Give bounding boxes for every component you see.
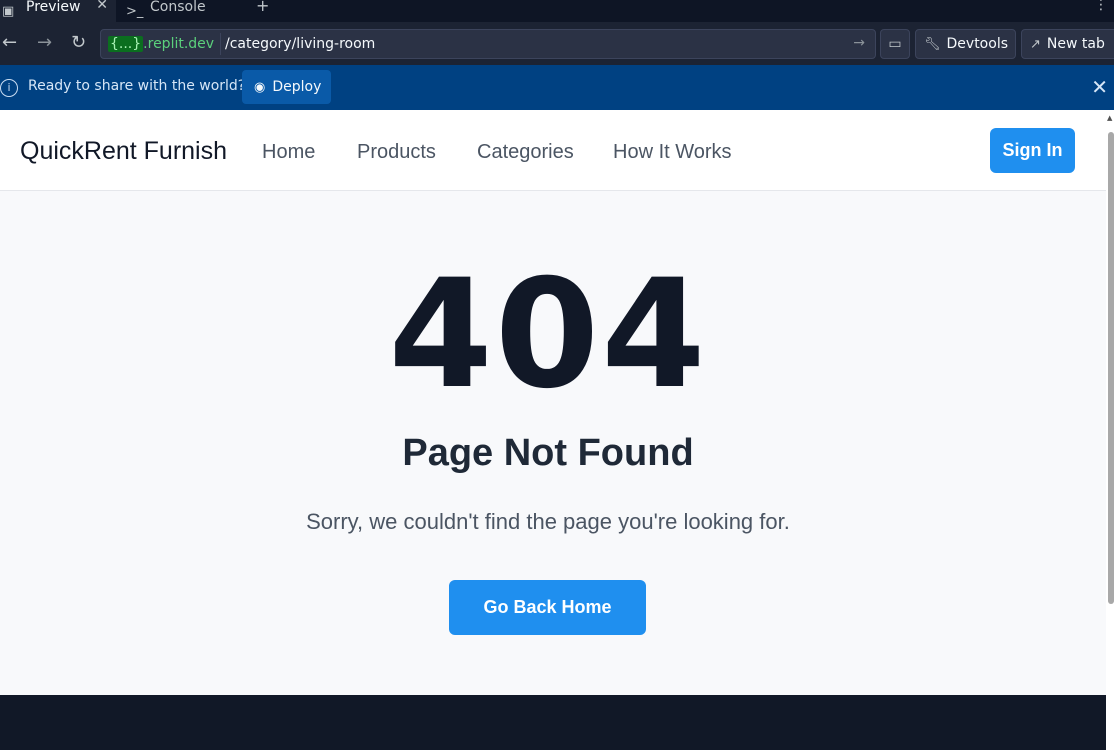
url-path: /category/living-room [225, 36, 376, 52]
nav-link-categories[interactable]: Categories [477, 141, 574, 164]
forward-arrow-icon[interactable]: → [37, 32, 52, 54]
tab-preview[interactable]: ▣ Preview ✕ [0, 0, 116, 22]
more-options-icon[interactable]: ⋮ [1094, 0, 1108, 13]
back-arrow-icon[interactable]: ← [2, 32, 17, 54]
tab-console[interactable]: >_ Console [118, 0, 242, 22]
scroll-up-icon[interactable]: ▲ [1107, 114, 1112, 122]
site-footer [0, 695, 1106, 750]
url-host: {...} .replit.dev [106, 33, 222, 55]
banner-text: Ready to share with the world? [28, 78, 246, 94]
go-back-home-button[interactable]: Go Back Home [449, 580, 646, 635]
deploy-banner: i Ready to share with the world? ◉ Deplo… [0, 65, 1114, 110]
url-host-brace: {...} [108, 36, 144, 52]
close-tab-icon[interactable]: ✕ [96, 0, 108, 13]
tab-label: Preview [26, 0, 81, 15]
page-scrollbar[interactable]: ▲ [1106, 110, 1114, 750]
devtools-button[interactable]: 🔧︎ Devtools [915, 29, 1016, 59]
site-navbar: QuickRent Furnish Home Products Categori… [0, 110, 1106, 191]
wrench-icon: 🔧︎ [924, 36, 941, 52]
terminal-icon: >_ [126, 3, 144, 19]
tab-bar: ▣ Preview ✕ >_ Console + ⋮ [0, 0, 1114, 22]
error-code: 404 [388, 248, 708, 422]
url-input[interactable]: {...} .replit.dev /category/living-room … [100, 29, 876, 59]
preview-page: QuickRent Furnish Home Products Categori… [0, 110, 1106, 750]
address-bar-row: ← → ↻ {...} .replit.dev /category/living… [0, 22, 1114, 65]
screen-icon: ▭ [888, 36, 902, 52]
deploy-icon: ◉ [254, 79, 266, 95]
url-host-domain: .replit.dev [143, 36, 215, 52]
info-icon: i [0, 79, 18, 97]
nav-link-how-it-works[interactable]: How It Works [613, 141, 732, 164]
nav-link-products[interactable]: Products [357, 141, 436, 164]
error-message: Sorry, we couldn't find the page you're … [306, 509, 790, 534]
deploy-button[interactable]: ◉ Deploy [242, 70, 331, 104]
devtools-label: Devtools [946, 36, 1008, 52]
reload-icon[interactable]: ↻ [71, 32, 86, 54]
deploy-label: Deploy [272, 79, 322, 95]
error-title: Page Not Found [402, 432, 694, 474]
sign-in-button[interactable]: Sign In [990, 128, 1075, 173]
site-brand[interactable]: QuickRent Furnish [20, 137, 227, 166]
go-arrow-icon[interactable]: → [853, 35, 865, 51]
external-link-icon: ↗ [1030, 36, 1041, 52]
scroll-thumb[interactable] [1108, 132, 1114, 604]
tab-label: Console [150, 0, 206, 15]
monitor-icon: ▣ [2, 3, 15, 19]
close-banner-icon[interactable]: ✕ [1091, 75, 1108, 99]
nav-link-home[interactable]: Home [262, 141, 315, 164]
screen-size-button[interactable]: ▭ [880, 29, 910, 59]
new-tab-label: New tab [1046, 36, 1105, 52]
add-tab-icon[interactable]: + [256, 0, 269, 15]
new-tab-button[interactable]: ↗ New tab [1021, 29, 1114, 59]
